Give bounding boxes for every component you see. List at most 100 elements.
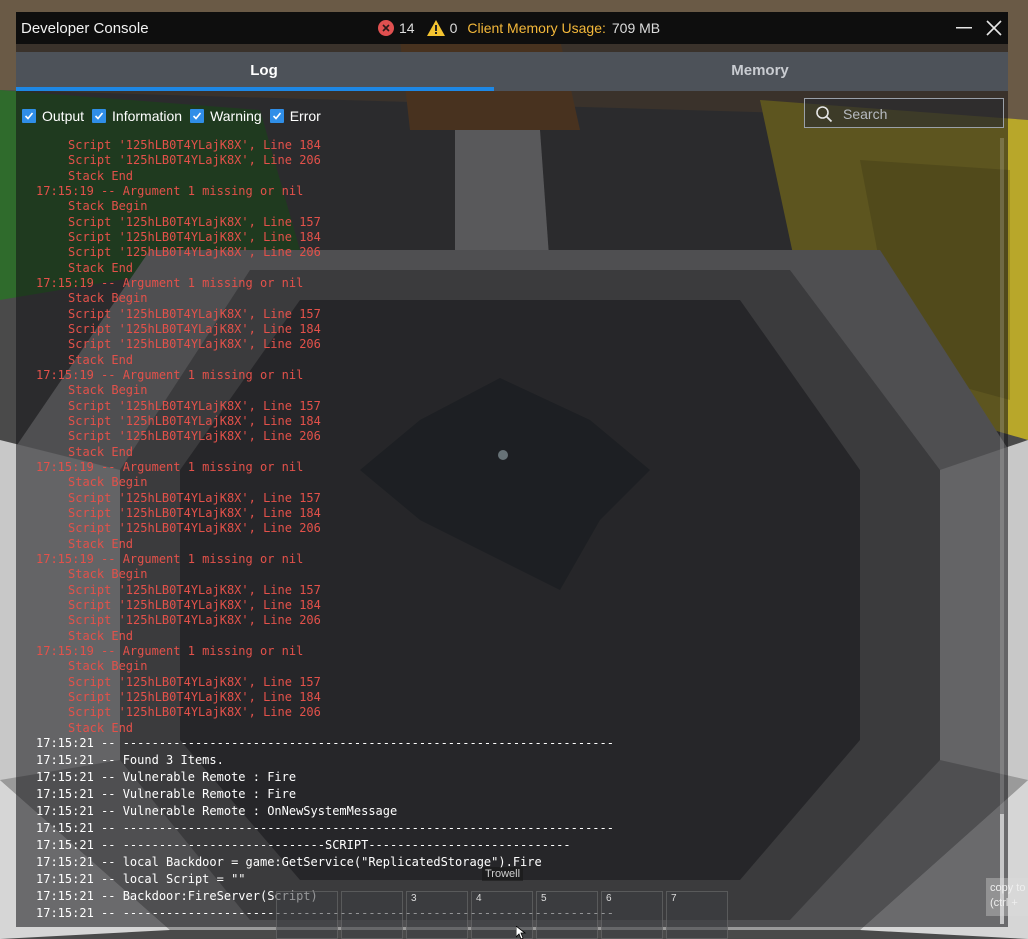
log-line: Script '125hLB0T4YLajK8X', Line 157 (68, 214, 321, 229)
search-icon (816, 106, 833, 123)
log-line: Stack End (68, 260, 134, 275)
copy-hint-line: copy to (990, 882, 1026, 894)
filter-warning[interactable]: Warning (190, 108, 262, 124)
window-title: Developer Console (21, 20, 149, 37)
log-line: Stack Begin (68, 567, 148, 582)
hotbar-slot[interactable]: 6 (601, 891, 663, 939)
log-line: Script '125hLB0T4YLajK8X', Line 184 (68, 229, 321, 244)
slot-number: 5 (541, 893, 547, 904)
memory-label: Client Memory Usage: (467, 20, 606, 36)
search-input[interactable] (841, 104, 995, 124)
log-line: Script '125hLB0T4YLajK8X', Line 206 (68, 705, 321, 720)
close-button[interactable] (982, 16, 1006, 40)
close-icon (986, 20, 1002, 36)
minimize-button[interactable] (952, 16, 976, 40)
hotbar: 3 4 5 6 7 (276, 891, 736, 939)
log-line: Script '125hLB0T4YLajK8X', Line 206 (68, 245, 321, 260)
log-line: 17:15:21 -- Found 3 Items. (36, 752, 224, 767)
console-tabs: Log Memory (16, 52, 1008, 91)
log-line: Stack Begin (68, 291, 148, 306)
filter-label: Output (42, 108, 85, 124)
log-output[interactable]: Script '125hLB0T4YLajK8X', Line 184 Scrip… (36, 138, 1000, 924)
log-line: 17:15:21 -- ----------------------------… (36, 820, 614, 835)
log-line: Stack Begin (68, 475, 148, 490)
tab-log[interactable]: Log (16, 52, 512, 91)
developer-console: Developer Console 14 0 Client Memory Usa… (16, 12, 1008, 927)
log-line: 17:15:19 -- Argument 1 missing or nil (36, 551, 304, 566)
log-line: Script '125hLB0T4YLajK8X', Line 184 (68, 597, 321, 612)
log-line: Script '125hLB0T4YLajK8X', Line 157 (68, 398, 321, 413)
log-filters: Output Information Warning Error (22, 106, 329, 126)
filter-error[interactable]: Error (269, 108, 321, 124)
hotbar-slot[interactable] (341, 891, 403, 939)
log-scrollbar[interactable] (1000, 138, 1004, 924)
log-line: Stack End (68, 536, 134, 551)
log-line: 17:15:19 -- Argument 1 missing or nil (36, 367, 304, 382)
log-line: Script '125hLB0T4YLajK8X', Line 184 (68, 505, 321, 520)
filter-label: Information (112, 108, 183, 124)
log-line: Stack End (68, 352, 134, 367)
hotbar-slot[interactable] (276, 891, 338, 939)
log-line: 17:15:21 -- ----------------------------… (36, 837, 571, 852)
log-line: Stack Begin (68, 659, 148, 674)
log-line: Stack End (68, 444, 134, 459)
log-line: 17:15:21 -- Vulnerable Remote : Fire (36, 769, 297, 784)
log-line: Script '125hLB0T4YLajK8X', Line 206 (68, 521, 321, 536)
memory-value: 709 MB (611, 20, 661, 36)
log-line: Script '125hLB0T4YLajK8X', Line 206 (68, 613, 321, 628)
filter-output[interactable]: Output (22, 108, 84, 124)
checkmark-icon[interactable] (269, 109, 284, 123)
log-line: 17:15:21 -- local Backdoor = game:GetSer… (36, 854, 542, 869)
error-circle-icon (378, 20, 394, 36)
error-count: 14 (399, 20, 415, 36)
checkmark-icon[interactable] (22, 109, 36, 123)
warning-triangle-icon (426, 20, 445, 36)
log-line: Script '125hLB0T4YLajK8X', Line 206 (68, 429, 321, 444)
log-line: 17:15:21 -- ----------------------------… (36, 735, 614, 750)
tab-memory[interactable]: Memory (512, 52, 1008, 91)
hotbar-slot[interactable]: 3 (406, 891, 468, 939)
copy-hint: copy to (ctrl + (986, 878, 1028, 916)
hotbar-slot[interactable]: 5 (536, 891, 598, 939)
log-line: 17:15:19 -- Argument 1 missing or nil (36, 275, 304, 290)
log-line: Script '125hLB0T4YLajK8X', Line 157 (68, 490, 321, 505)
log-line: Script '125hLB0T4YLajK8X', Line 157 (68, 306, 321, 321)
title-bar[interactable]: Developer Console 14 0 Client Memory Usa… (16, 12, 1008, 44)
log-line: Script '125hLB0T4YLajK8X', Line 184 (68, 321, 321, 336)
checkmark-icon[interactable] (92, 109, 107, 123)
log-line: Script '125hLB0T4YLajK8X', Line 184 (68, 138, 321, 152)
log-line: Stack Begin (68, 199, 148, 214)
log-line: Stack Begin (68, 383, 148, 398)
search-box[interactable] (804, 98, 1004, 128)
log-line: 17:15:19 -- Argument 1 missing or nil (36, 459, 304, 474)
copy-hint-line: (ctrl + (990, 897, 1018, 909)
log-line: Script '125hLB0T4YLajK8X', Line 184 (68, 413, 321, 428)
slot-number: 6 (606, 893, 612, 904)
log-line: Stack End (68, 720, 134, 735)
log-line: Script '125hLB0T4YLajK8X', Line 157 (68, 674, 321, 689)
minimize-icon (956, 27, 972, 29)
log-line: Script '125hLB0T4YLajK8X', Line 206 (68, 153, 321, 168)
filter-label: Warning (210, 108, 262, 124)
console-stats: 14 0 Client Memory Usage: 709 MB (378, 20, 660, 36)
log-line: 17:15:19 -- Argument 1 missing or nil (36, 643, 304, 658)
log-line: 17:15:19 -- Argument 1 missing or nil (36, 183, 304, 198)
mouse-cursor-icon (516, 926, 527, 939)
log-line: 17:15:21 -- local Script = "" (36, 871, 246, 886)
warning-count: 0 (449, 20, 458, 36)
log-line: Stack End (68, 168, 134, 183)
log-line: Script '125hLB0T4YLajK8X', Line 157 (68, 582, 321, 597)
checkmark-icon[interactable] (190, 109, 205, 123)
filter-information[interactable]: Information (92, 108, 182, 124)
log-line: Stack End (68, 628, 134, 643)
log-line: Script '125hLB0T4YLajK8X', Line 184 (68, 689, 321, 704)
hotbar-slot[interactable]: 7 (666, 891, 728, 939)
item-tooltip: Trowell (482, 867, 524, 881)
slot-number: 7 (671, 893, 677, 904)
slot-number: 3 (411, 893, 417, 904)
log-line: 17:15:21 -- Vulnerable Remote : OnNewSys… (36, 803, 398, 818)
log-line: Script '125hLB0T4YLajK8X', Line 206 (68, 337, 321, 352)
log-line: 17:15:21 -- Vulnerable Remote : Fire (36, 786, 297, 801)
filter-label: Error (289, 108, 321, 124)
slot-number: 4 (476, 893, 482, 904)
